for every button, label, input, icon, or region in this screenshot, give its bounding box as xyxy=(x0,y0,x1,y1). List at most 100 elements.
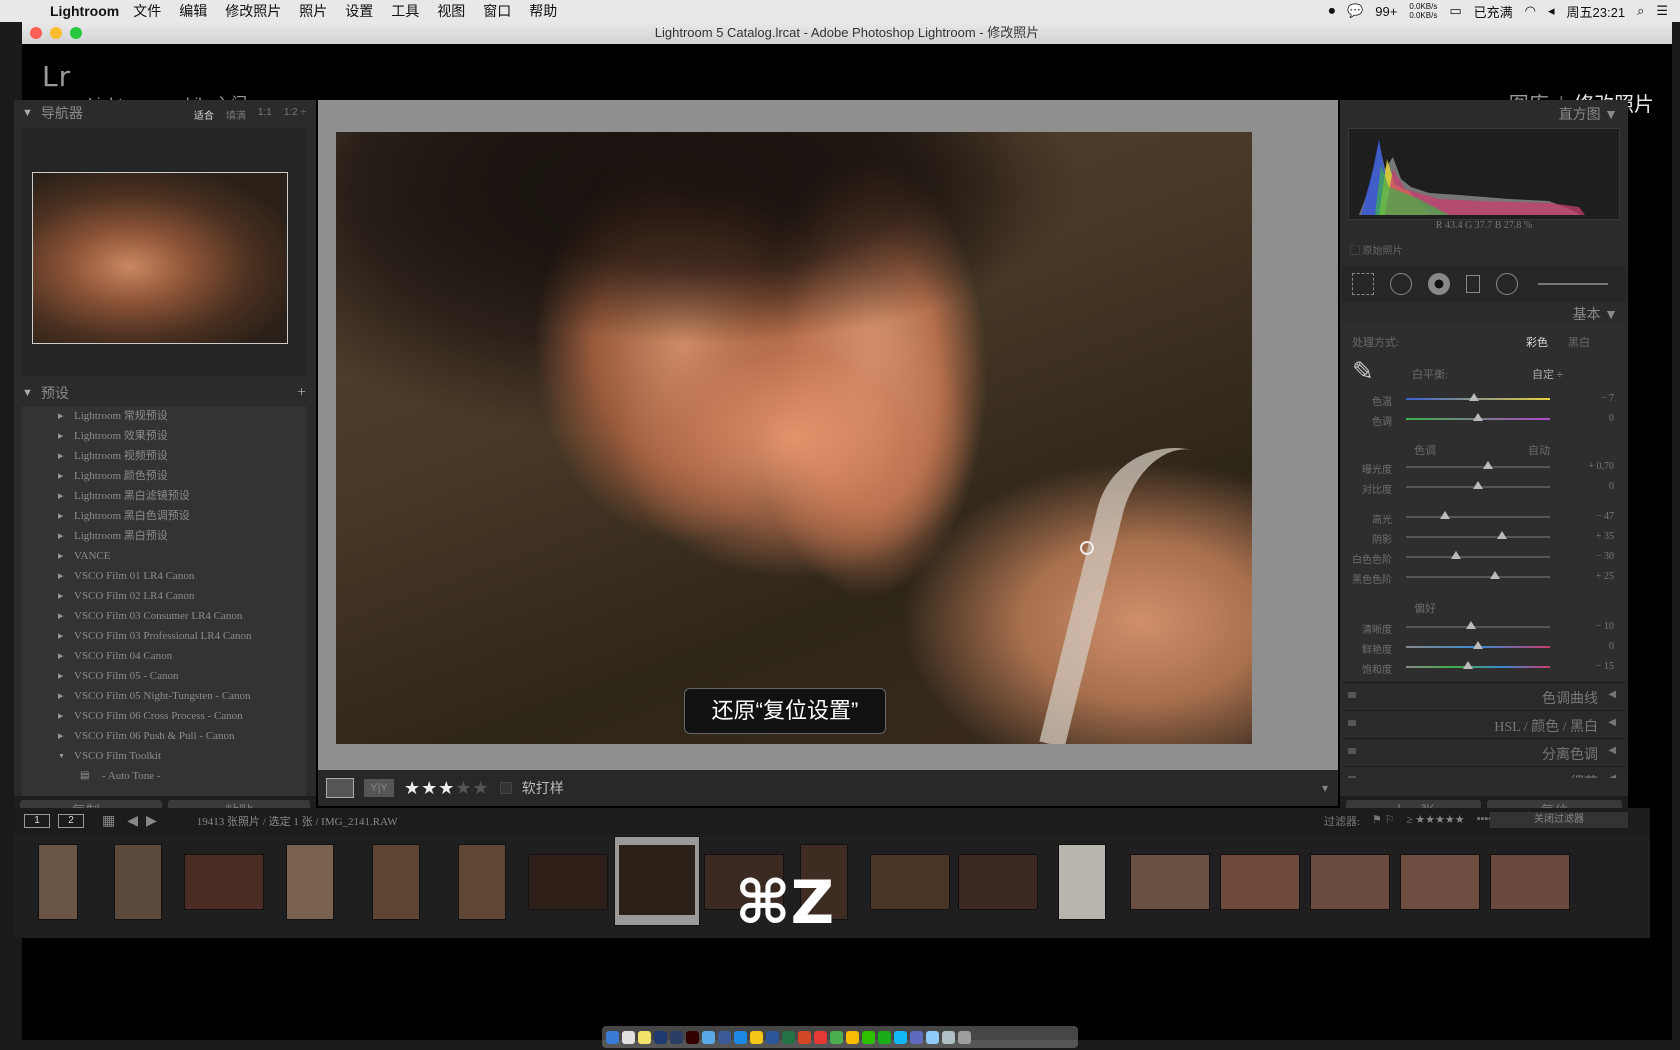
zoom-fit[interactable]: 适合 xyxy=(194,107,214,122)
loupe-view-icon[interactable] xyxy=(326,778,354,798)
filmstrip-thumbnail[interactable] xyxy=(1220,854,1300,910)
word-icon[interactable] xyxy=(766,1030,779,1044)
preset-folder[interactable]: VSCO Film 02 LR4 Canon xyxy=(22,586,306,606)
safari-icon[interactable] xyxy=(734,1030,747,1044)
slider-temperature[interactable]: 色温 − 7 xyxy=(1342,390,1626,408)
menu-file[interactable]: 文件 xyxy=(133,1,161,21)
app-icon[interactable] xyxy=(814,1030,827,1044)
treatment-bw[interactable]: 黑白 xyxy=(1568,334,1590,350)
flag-filter-icon[interactable]: ⚑ ⚐ xyxy=(1372,813,1394,829)
qq-icon[interactable] xyxy=(894,1030,907,1044)
app-icon[interactable] xyxy=(830,1030,843,1044)
menu-view[interactable]: 视图 xyxy=(437,1,465,21)
preset-folder[interactable]: Lightroom 黑白色调预设 xyxy=(22,506,306,526)
white-balance-select[interactable]: 自定 ÷ xyxy=(1532,366,1563,382)
rating-stars[interactable]: ★★★★★ xyxy=(404,778,490,799)
preset-folder[interactable]: VSCO Film 05 Night-Tungsten - Canon xyxy=(22,686,306,706)
radial-filter-tool-icon[interactable] xyxy=(1496,273,1518,295)
chrome-icon[interactable] xyxy=(846,1030,859,1044)
window-1-button[interactable]: 1 xyxy=(24,814,50,828)
app-icon[interactable] xyxy=(622,1030,635,1044)
add-preset-button[interactable]: + xyxy=(297,384,306,402)
slider-exposure[interactable]: 曝光度 + 0.70 xyxy=(1342,458,1626,476)
battery-icon[interactable]: ▭ xyxy=(1449,3,1461,19)
zoom-1-2[interactable]: 1:2 ÷ xyxy=(284,107,306,122)
tone-auto-button[interactable]: 自动 xyxy=(1528,442,1550,458)
wechat-dock-icon[interactable] xyxy=(862,1030,875,1044)
app-icon[interactable] xyxy=(718,1030,731,1044)
maximize-window-button[interactable] xyxy=(70,27,82,39)
presets-header[interactable]: ▼ 预设 + xyxy=(14,380,316,406)
slider-blacks[interactable]: 黑色色阶 + 25 xyxy=(1342,568,1626,586)
app-icon[interactable] xyxy=(702,1030,715,1044)
toolbar-menu-chevron-icon[interactable]: ▾ xyxy=(1322,781,1328,795)
original-photo-toggle[interactable]: ▢ 原始照片 xyxy=(1350,242,1403,257)
preset-folder[interactable]: VSCO Film 06 Push & Pull - Canon xyxy=(22,726,306,746)
wechat-icon[interactable]: 💬 xyxy=(1347,3,1363,19)
lightroom-icon[interactable] xyxy=(670,1030,683,1044)
filmstrip-thumbnail[interactable] xyxy=(38,844,78,920)
adjustment-brush-slider[interactable] xyxy=(1538,283,1608,285)
slider-tint[interactable]: 色调 0 xyxy=(1342,410,1626,428)
filmstrip-thumbnail[interactable] xyxy=(458,844,506,920)
filmstrip-thumbnail[interactable] xyxy=(1310,854,1390,910)
wifi-icon[interactable]: ◠ xyxy=(1525,3,1536,19)
slider-saturation[interactable]: 饱和度 − 15 xyxy=(1342,658,1626,676)
back-arrow-icon[interactable]: ◀ xyxy=(127,813,138,830)
notification-center-icon[interactable]: ☰ xyxy=(1656,3,1668,19)
folder-icon[interactable] xyxy=(926,1030,939,1044)
filmstrip-thumbnail[interactable] xyxy=(1490,854,1570,910)
collapse-triangle-icon[interactable]: ▼ xyxy=(22,107,33,119)
preset-folder[interactable]: VSCO Film 04 Canon xyxy=(22,646,306,666)
preset-item[interactable]: - Auto Tone - xyxy=(22,766,306,786)
app-icon[interactable] xyxy=(910,1030,923,1044)
filmstrip-thumbnail[interactable] xyxy=(1130,854,1210,910)
filmstrip-thumbnail[interactable] xyxy=(528,854,608,910)
window-2-button[interactable]: 2 xyxy=(58,814,84,828)
grid-view-icon[interactable]: ▦ xyxy=(102,813,115,830)
preset-folder[interactable]: VSCO Film 06 Cross Process - Canon xyxy=(22,706,306,726)
minimize-window-button[interactable] xyxy=(50,27,62,39)
app-icon[interactable] xyxy=(942,1030,955,1044)
preset-folder[interactable]: VSCO Film 05 - Canon xyxy=(22,666,306,686)
filmstrip-thumbnail[interactable] xyxy=(958,854,1038,910)
slider-contrast[interactable]: 对比度 0 xyxy=(1342,478,1626,496)
before-after-button[interactable]: Y|Y xyxy=(364,779,394,797)
filmstrip-thumbnail[interactable] xyxy=(184,854,264,910)
slider-highlights[interactable]: 高光 − 47 xyxy=(1342,508,1626,526)
finder-icon[interactable] xyxy=(606,1030,619,1044)
graduated-filter-tool-icon[interactable] xyxy=(1466,275,1480,293)
filmstrip-thumbnail[interactable] xyxy=(870,854,950,910)
menu-settings[interactable]: 设置 xyxy=(345,1,373,21)
notes-icon[interactable] xyxy=(638,1030,651,1044)
zoom-1-1[interactable]: 1:1 xyxy=(258,107,272,122)
menu-app-name[interactable]: Lightroom xyxy=(50,3,119,19)
spot-removal-tool-icon[interactable] xyxy=(1390,273,1412,295)
close-window-button[interactable] xyxy=(30,27,42,39)
app-icon[interactable] xyxy=(750,1030,763,1044)
filmstrip-thumbnail[interactable] xyxy=(1058,844,1106,920)
treatment-color[interactable]: 彩色 xyxy=(1526,334,1548,350)
clock[interactable]: 周五23:21 xyxy=(1567,2,1626,21)
rating-filter[interactable]: ≥ ★★★★★ xyxy=(1407,813,1465,829)
slider-clarity[interactable]: 清晰度 − 10 xyxy=(1342,618,1626,636)
volume-icon[interactable]: ◂ xyxy=(1548,3,1555,19)
preset-folder[interactable]: Lightroom 黑白预设 xyxy=(22,526,306,546)
zoom-fill[interactable]: 填满 xyxy=(226,107,246,122)
filter-preset-select[interactable]: 关闭过滤器 xyxy=(1490,812,1628,828)
preset-folder[interactable]: Lightroom 黑白滤镜预设 xyxy=(22,486,306,506)
navigator-thumbnail[interactable] xyxy=(32,172,288,344)
menu-window[interactable]: 窗口 xyxy=(483,1,511,21)
preset-folder[interactable]: VANCE xyxy=(22,546,306,566)
preset-folder-open[interactable]: VSCO Film Toolkit xyxy=(22,746,306,766)
powerpoint-icon[interactable] xyxy=(798,1030,811,1044)
filmstrip-thumbnail[interactable] xyxy=(1400,854,1480,910)
filmstrip-thumbnail[interactable] xyxy=(286,844,334,920)
photoshop-icon[interactable] xyxy=(654,1030,667,1044)
filmstrip-source-info[interactable]: 19413 张照片 / 选定 1 张 / IMG_2141.RAW xyxy=(197,813,398,829)
preset-folder[interactable]: Lightroom 颜色预设 xyxy=(22,466,306,486)
app-icon[interactable] xyxy=(878,1030,891,1044)
preset-folder[interactable]: Lightroom 视频预设 xyxy=(22,446,306,466)
filmstrip-thumbnail[interactable] xyxy=(372,844,420,920)
basic-panel-title[interactable]: 基本 ▼ xyxy=(1573,304,1618,324)
